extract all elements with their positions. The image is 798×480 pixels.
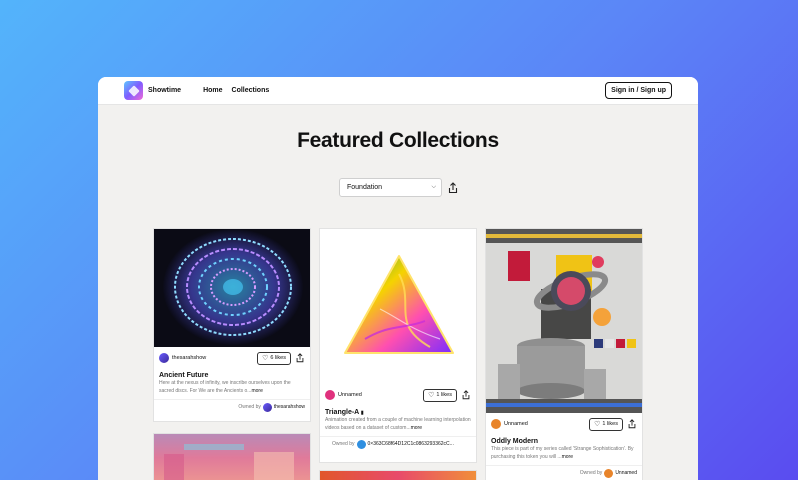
nft-card[interactable]: Unnamed ♡ 1 likes Oddly Modern This piec… (485, 228, 643, 480)
card-meta: Unnamed ♡ 1 likes (486, 413, 642, 435)
card-title[interactable]: Oddly Modern (486, 435, 642, 446)
owner-name[interactable]: 0×363C68f64D12C1c0863293362cC... (368, 441, 454, 447)
like-button[interactable]: ♡ 1 likes (423, 388, 457, 402)
nft-card[interactable] (319, 470, 477, 480)
like-count: 6 likes (270, 355, 286, 361)
owner-name[interactable]: Unnamed (615, 470, 637, 476)
nft-card[interactable]: Unnamed ♡ 1 likes Triangle-A ▮ Animation… (319, 228, 477, 463)
avatar (159, 353, 169, 363)
chevron-down-icon: ⌵ (431, 184, 436, 190)
card-meta: Unnamed ♡ 1 likes (320, 384, 476, 406)
card-description: This piece is part of my series called '… (486, 446, 642, 461)
share-icon[interactable] (627, 419, 637, 429)
more-link[interactable]: more (251, 388, 262, 394)
avatar (491, 419, 501, 429)
owned-by: Owned by Unnamed (486, 465, 642, 480)
like-count: 1 likes (602, 421, 618, 427)
collection-select[interactable]: Foundation ⌵ (339, 178, 442, 197)
nft-image[interactable] (320, 471, 476, 480)
card-actions: ♡ 6 likes (257, 351, 305, 365)
nft-image[interactable] (154, 434, 310, 480)
owned-by-label: Owned by (579, 470, 603, 476)
creator-name: Unnamed (338, 392, 362, 398)
card-actions: ♡ 1 likes (589, 417, 637, 431)
like-count: 1 likes (436, 392, 452, 398)
owned-by-label: Owned by (332, 441, 355, 447)
creator-name: Unnamed (504, 421, 528, 427)
heart-icon: ♡ (594, 421, 601, 428)
card-description: Here at the nexus of infinity, we inscri… (154, 380, 310, 395)
heart-icon: ♡ (428, 392, 435, 399)
page-title: Featured Collections (297, 129, 499, 152)
brand-name[interactable]: Showtime (148, 87, 181, 94)
more-link[interactable]: more (411, 425, 422, 431)
signin-button[interactable]: Sign in / Sign up (605, 82, 672, 99)
share-icon[interactable] (295, 353, 305, 363)
app-window: Showtime Home Collections Sign in / Sign… (98, 77, 698, 480)
nav-collections-link[interactable]: Collections (232, 87, 270, 94)
like-button[interactable]: ♡ 6 likes (257, 351, 291, 365)
showtime-logo-icon[interactable] (124, 81, 143, 100)
nft-card[interactable]: thesarahshow ♡ 6 likes Ancient Future He… (153, 228, 311, 422)
more-link[interactable]: more (562, 454, 573, 460)
creator[interactable]: Unnamed (491, 419, 528, 429)
creator-name: thesarahshow (172, 355, 207, 361)
owner-avatar (262, 402, 272, 412)
nft-card[interactable] (153, 433, 311, 480)
filter-row: Foundation ⌵ (339, 178, 459, 197)
nft-image[interactable] (154, 229, 310, 347)
nft-image[interactable] (320, 229, 476, 384)
description-text: Animation created from a couple of machi… (325, 417, 471, 431)
owner-avatar (604, 468, 614, 478)
description-text: Here at the nexus of infinity, we inscri… (159, 380, 291, 394)
nav-home-link[interactable]: Home (203, 87, 222, 94)
share-icon[interactable] (447, 181, 459, 194)
card-actions: ♡ 1 likes (423, 388, 471, 402)
owned-by: Owned by 0×363C68f64D12C1c0863293362cC..… (320, 436, 476, 451)
card-title[interactable]: Triangle-A ▮ (320, 406, 476, 417)
creator[interactable]: Unnamed (325, 390, 362, 400)
collection-select-value: Foundation (347, 184, 383, 191)
heart-icon: ♡ (262, 355, 269, 362)
avatar (325, 390, 335, 400)
nft-image[interactable] (486, 229, 642, 413)
card-description: Animation created from a couple of machi… (320, 417, 476, 432)
like-button[interactable]: ♡ 1 likes (589, 417, 623, 431)
owned-by-label: Owned by (238, 404, 261, 410)
card-title[interactable]: Ancient Future (154, 369, 310, 380)
share-icon[interactable] (461, 390, 471, 400)
owner-name[interactable]: thesarahshow (274, 404, 305, 410)
card-meta: thesarahshow ♡ 6 likes (154, 347, 310, 369)
owner-avatar (356, 439, 366, 449)
navbar: Showtime Home Collections Sign in / Sign… (98, 77, 698, 105)
owned-by: Owned by thesarahshow (154, 399, 310, 414)
video-icon: ▮ (360, 410, 364, 416)
card-title-text: Triangle-A (325, 409, 359, 416)
creator[interactable]: thesarahshow (159, 353, 206, 363)
